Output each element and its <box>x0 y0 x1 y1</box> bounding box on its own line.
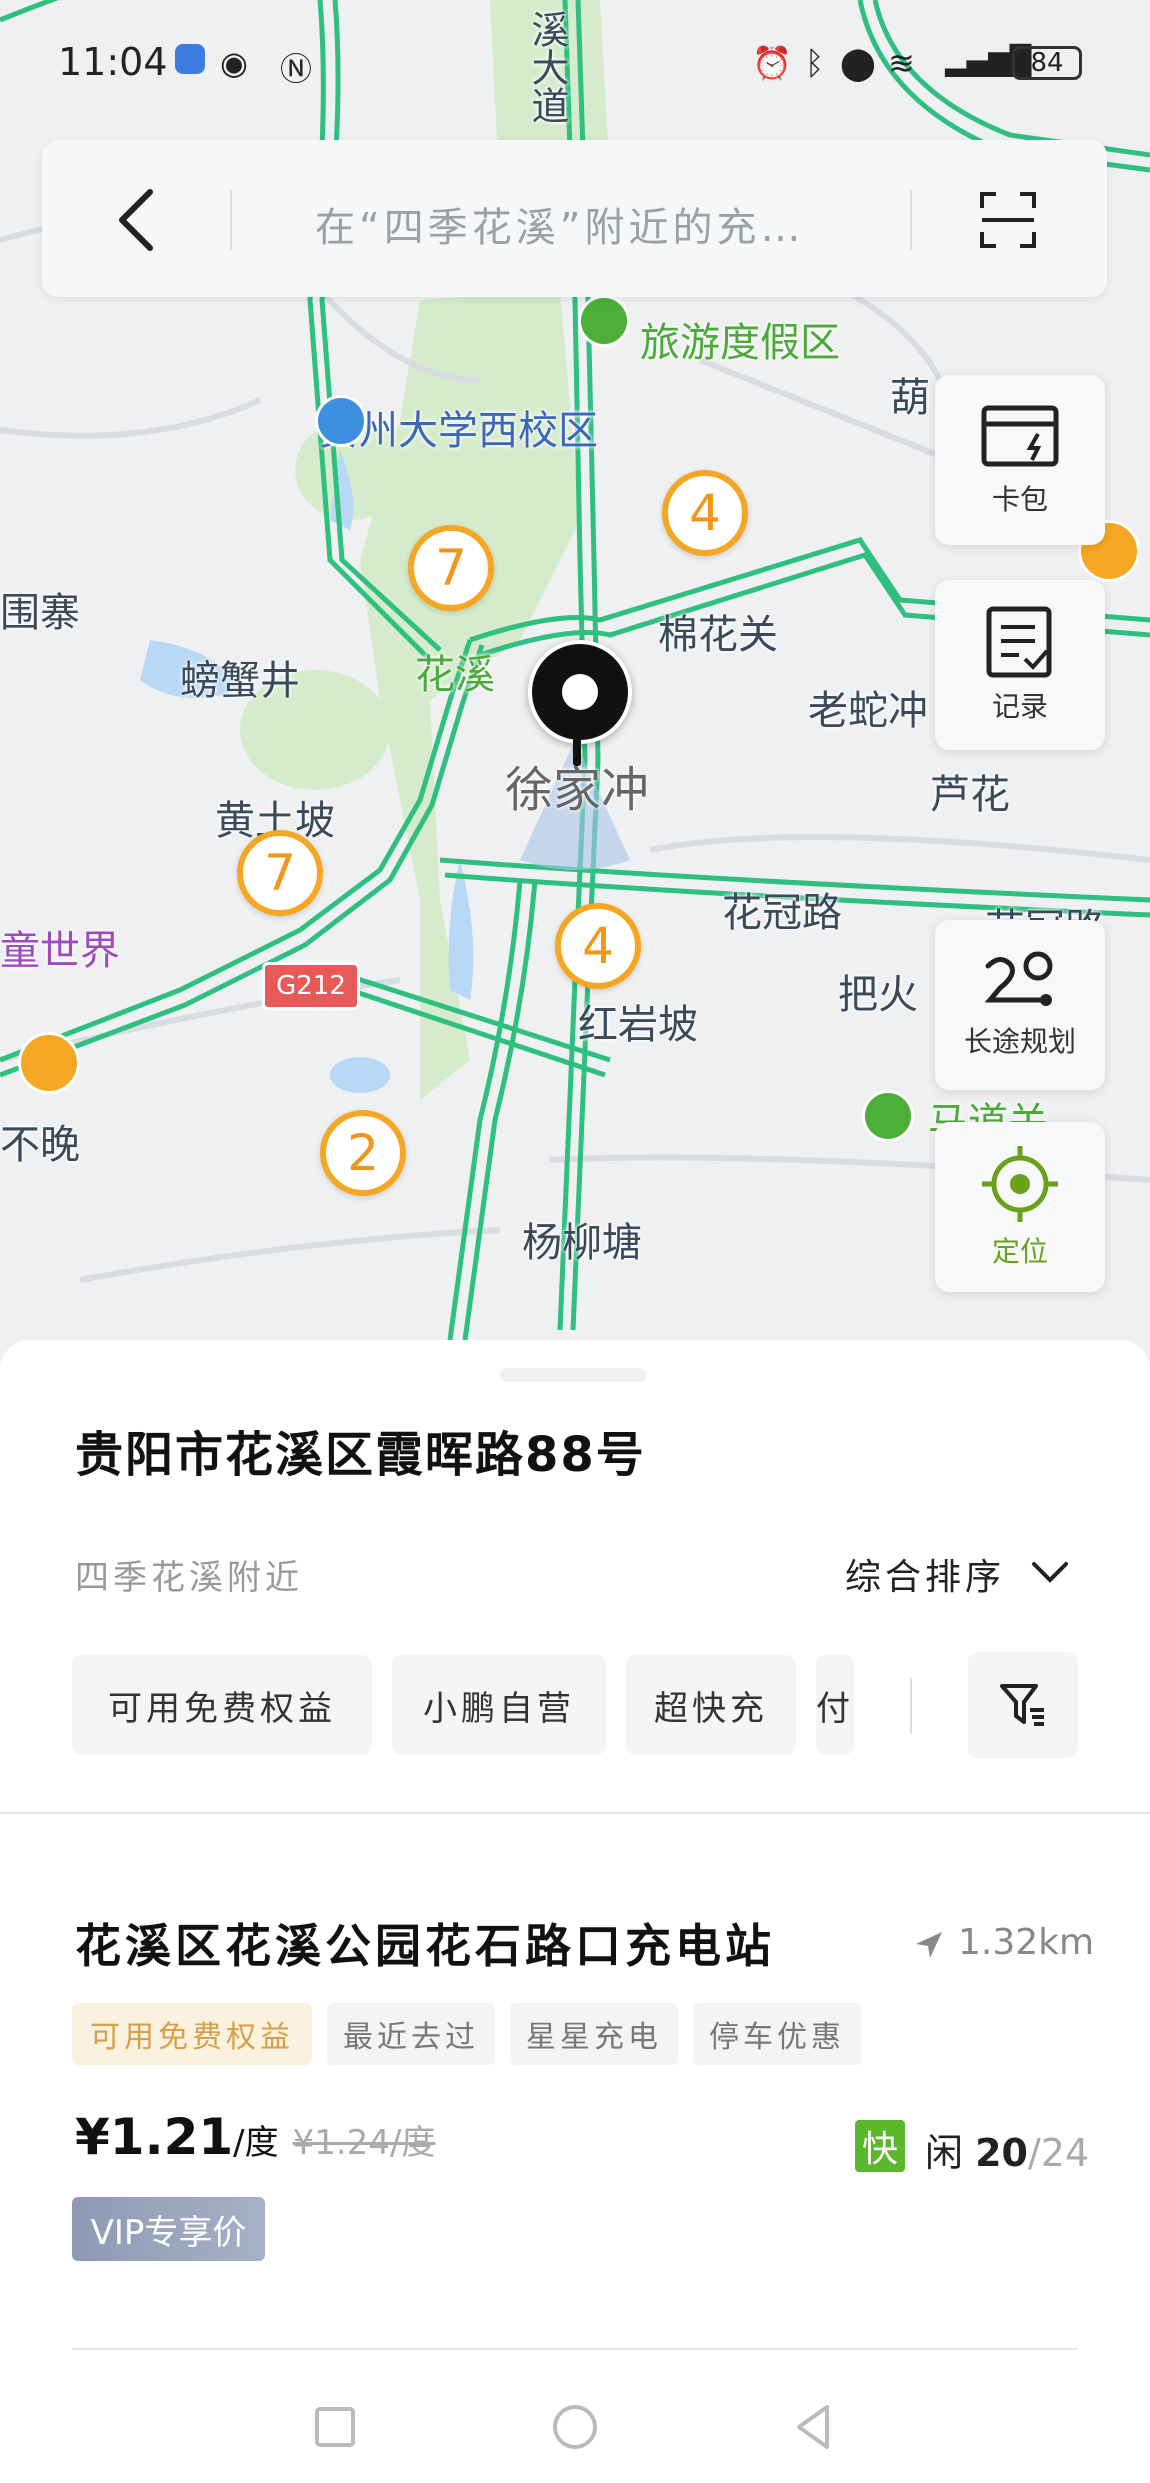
station-tag: 最近去过 <box>327 2003 495 2065</box>
charging-pin-icon[interactable] <box>18 1032 80 1094</box>
search-divider <box>230 190 232 250</box>
station-cluster[interactable]: 4 <box>555 903 641 989</box>
status-time: 11:04 <box>58 40 168 84</box>
scan-icon <box>980 192 1036 248</box>
scenic-pin-icon[interactable] <box>578 295 630 347</box>
filter-chip-partial[interactable]: 付 <box>816 1655 854 1755</box>
highway-shield: G212 <box>262 962 360 1010</box>
nfc-icon: Ⓝ <box>280 50 313 88</box>
fast-charge-badge: 快 <box>855 2120 905 2172</box>
original-price: ¥1.24/度 <box>292 2123 436 2163</box>
university-pin-icon[interactable] <box>315 395 367 447</box>
scan-button[interactable] <box>978 190 1038 250</box>
chevron-down-icon <box>1032 1562 1068 1583</box>
station-tag: 停车优惠 <box>693 2003 861 2065</box>
records-label: 记录 <box>991 690 1048 723</box>
home-icon[interactable] <box>545 2397 605 2457</box>
location-icon: ⬤ <box>840 44 876 82</box>
locate-label: 定位 <box>991 1235 1048 1268</box>
chip-divider <box>910 1678 912 1734</box>
map-label: 旅游度假区 <box>640 320 840 366</box>
station-tag: 可用免费权益 <box>72 2003 312 2065</box>
map-label: 不晚 <box>0 1122 80 1168</box>
sort-dropdown[interactable]: 综合排序 <box>845 1540 1075 1600</box>
card-pack-label: 卡包 <box>991 483 1048 516</box>
station-distance: 1.32km <box>958 1922 1095 1963</box>
card-pack-button[interactable]: 卡包 <box>935 375 1105 545</box>
map-label: 童世界 <box>0 928 120 974</box>
station-cluster[interactable]: 4 <box>662 470 748 556</box>
card-pack-icon <box>981 405 1059 467</box>
route-plan-icon <box>984 951 1053 1006</box>
card-divider <box>72 2348 1078 2350</box>
filter-chip-super-fast[interactable]: 超快充 <box>626 1655 796 1755</box>
map-label: 花冠路 <box>722 890 842 936</box>
map-label: 芦花 <box>930 772 1010 818</box>
locate-button[interactable]: 定位 <box>935 1122 1105 1292</box>
battery-indicator: 84 <box>1012 46 1082 80</box>
map-label: 红岩坡 <box>578 1002 698 1048</box>
search-input[interactable]: 在“四季花溪”附近的充… <box>315 195 804 253</box>
search-divider <box>910 190 912 250</box>
navigation-arrow-icon <box>916 1932 942 1958</box>
filter-button[interactable] <box>968 1652 1078 1758</box>
station-cluster[interactable]: 7 <box>237 830 323 916</box>
map-label: 花溪 <box>415 652 495 698</box>
eye-icon: ◉ <box>220 44 248 82</box>
locate-icon <box>982 1146 1058 1222</box>
price-unit: /度 <box>233 2123 279 2163</box>
map-label: 棉花关 <box>658 612 778 658</box>
route-plan-label: 长途规划 <box>963 1025 1076 1058</box>
map-label: 围寨 <box>0 590 80 636</box>
current-price: ¥1.21 <box>75 2108 234 2166</box>
filter-chip-xpeng-owned[interactable]: 小鹏自营 <box>392 1655 606 1755</box>
nearby-label: 四季花溪附近 <box>75 1558 303 1598</box>
records-icon <box>986 606 1052 678</box>
sort-label: 综合排序 <box>845 1557 1006 1598</box>
idle-count: 20 <box>975 2131 1028 2175</box>
total-count: /24 <box>1028 2131 1090 2175</box>
records-button[interactable]: 记录 <box>935 580 1105 750</box>
station-cluster[interactable]: 7 <box>408 525 494 611</box>
recent-apps-icon[interactable] <box>305 2397 365 2457</box>
station-cluster[interactable]: 2 <box>320 1110 406 1196</box>
sheet-drag-handle[interactable] <box>500 1368 646 1382</box>
station-tag: 星星充电 <box>510 2003 678 2065</box>
bluetooth-icon: ᛒ <box>805 44 825 82</box>
section-divider <box>0 1812 1150 1814</box>
scenic-pin-icon[interactable] <box>862 1090 914 1142</box>
idle-availability: 闲 20/24 <box>925 2122 1089 2177</box>
current-address: 贵阳市花溪区霞晖路88号 <box>75 1427 646 1483</box>
vip-price-badge: VIP专享价 <box>72 2197 265 2261</box>
map-label: 老蛇冲 <box>808 688 928 734</box>
station-name: 花溪区花溪公园花石路口充电站 <box>75 1919 775 1973</box>
back-button[interactable] <box>100 180 180 260</box>
route-plan-button[interactable]: 长途规划 <box>935 920 1105 1090</box>
map-label: 螃蟹井 <box>180 658 300 704</box>
map-label: 葫 <box>890 375 930 421</box>
voice-icon <box>175 44 205 74</box>
center-location-pin-icon <box>528 640 632 744</box>
alarm-icon: ⏰ <box>752 44 792 82</box>
filter-chip-free-benefit[interactable]: 可用免费权益 <box>72 1655 372 1755</box>
back-arrow-icon <box>119 189 153 251</box>
map-label: 把火 <box>838 972 918 1018</box>
idle-label: 闲 <box>925 2131 964 2175</box>
back-nav-icon[interactable] <box>785 2397 845 2457</box>
center-pin-stem <box>573 736 581 766</box>
price-row: ¥1.21/度 ¥1.24/度 <box>75 2108 435 2166</box>
map-label: 杨柳塘 <box>522 1220 642 1266</box>
filter-icon <box>1000 1684 1044 1726</box>
wifi-icon: ≋ <box>888 44 915 82</box>
status-bar: 11:04 ◉ Ⓝ ⏰ ᛒ ⬤ ≋ ▂▄▆█ 84 <box>0 0 1150 130</box>
